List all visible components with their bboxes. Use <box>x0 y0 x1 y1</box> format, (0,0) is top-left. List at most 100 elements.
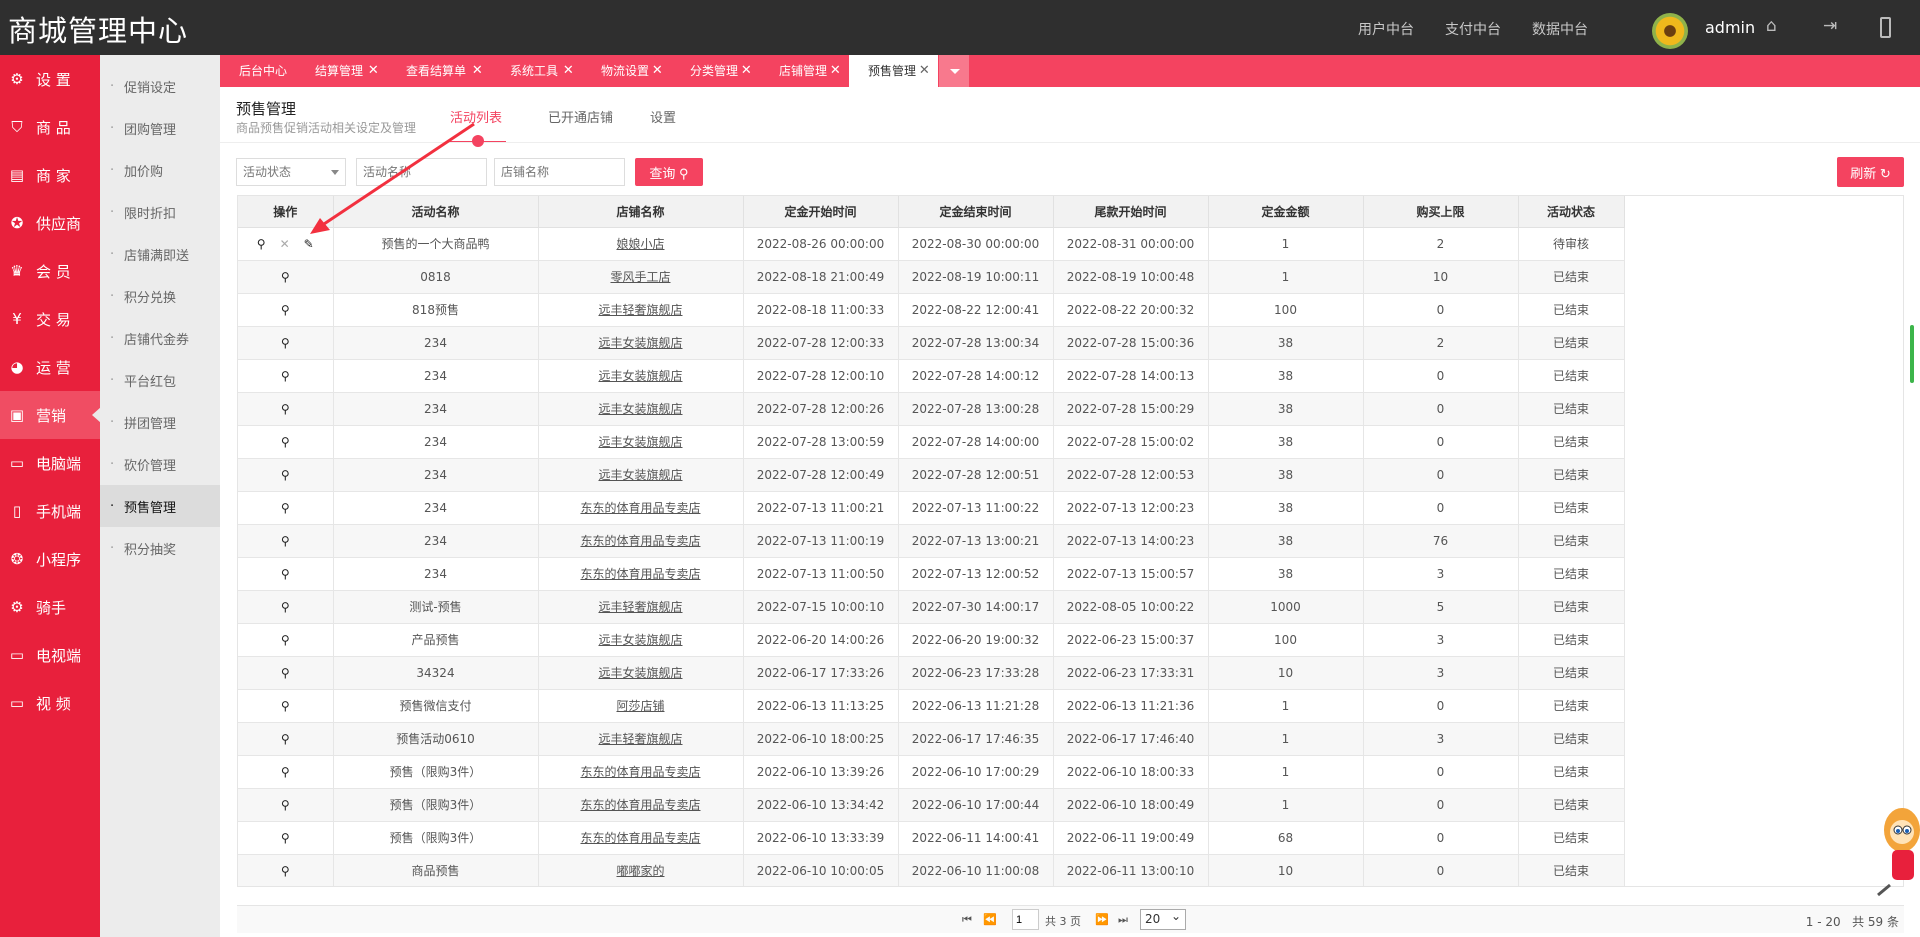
last-page-icon[interactable]: ⏭ <box>1118 913 1128 927</box>
tab-settlement[interactable]: 结算管理 ✕ <box>296 55 387 87</box>
top-nav-payment-center[interactable]: 支付中台 <box>1445 19 1501 39</box>
shop-link[interactable]: 娘娘小店 <box>616 237 664 251</box>
view-icon[interactable]: ⚲ <box>281 336 290 350</box>
shop-link[interactable]: 东东的体育用品专卖店 <box>580 798 700 812</box>
shop-link[interactable]: 远丰轻奢旗舰店 <box>598 600 682 614</box>
view-icon[interactable]: ⚲ <box>281 864 290 878</box>
sidebar-item-video[interactable]: ▭ 视 频 <box>0 679 100 727</box>
activity-name-input[interactable] <box>356 158 487 186</box>
sidebar-item-rider[interactable]: ⚙ 骑手 <box>0 583 100 631</box>
top-nav-data-center[interactable]: 数据中台 <box>1532 19 1588 39</box>
shop-link[interactable]: 东东的体育用品专卖店 <box>580 765 700 779</box>
view-icon[interactable]: ⚲ <box>281 501 290 515</box>
sidebar-item-trade[interactable]: ¥ 交 易 <box>0 295 100 343</box>
submenu-item[interactable]: 平台红包 <box>100 359 220 401</box>
tab-dashboard[interactable]: 后台中心 <box>220 55 296 87</box>
view-icon[interactable]: ⚲ <box>281 567 290 581</box>
close-icon[interactable]: ✕ <box>472 55 491 87</box>
shop-link[interactable]: 东东的体育用品专卖店 <box>580 567 700 581</box>
search-button[interactable]: 查询 ⚲ <box>635 158 703 186</box>
sidebar-item-marketing[interactable]: ▣ 营销 <box>0 391 101 439</box>
subtab-opened-shops[interactable]: 已开通店铺 <box>548 107 613 126</box>
sidebar-item-pc[interactable]: ▭ 电脑端 <box>0 439 100 487</box>
view-icon[interactable]: ⚲ <box>281 831 290 845</box>
sidebar-item-goods[interactable]: ⛉ 商 品 <box>0 103 100 151</box>
view-icon[interactable]: ⚲ <box>281 369 290 383</box>
shop-link[interactable]: 东东的体育用品专卖店 <box>580 501 700 515</box>
submenu-item[interactable]: 砍价管理 <box>100 443 220 485</box>
view-icon[interactable]: ⚲ <box>281 468 290 482</box>
page-size-select[interactable]: 20 <box>1140 907 1186 930</box>
tab-presale[interactable]: 预售管理 ✕ <box>849 55 938 87</box>
submenu-item-presale[interactable]: 预售管理 <box>100 485 220 527</box>
submenu-item[interactable]: 积分抽奖 <box>100 527 220 569</box>
shop-link[interactable]: 远丰女装旗舰店 <box>598 435 682 449</box>
view-icon[interactable]: ⚲ <box>281 732 290 746</box>
view-icon[interactable]: ⚲ <box>281 699 290 713</box>
shop-link[interactable]: 远丰女装旗舰店 <box>598 468 682 482</box>
submenu-item[interactable]: 促销设定 <box>100 65 220 107</box>
tab-category[interactable]: 分类管理 ✕ <box>671 55 760 87</box>
view-icon[interactable]: ⚲ <box>257 237 266 251</box>
close-icon[interactable]: ✕ <box>830 55 849 87</box>
view-icon[interactable]: ⚲ <box>281 270 290 284</box>
next-page-icon[interactable]: ⏩ <box>1095 913 1109 926</box>
shop-link[interactable]: 远丰轻奢旗舰店 <box>598 732 682 746</box>
page-number-input[interactable] <box>1012 909 1039 930</box>
shop-link[interactable]: 远丰女装旗舰店 <box>598 666 682 680</box>
edit-icon[interactable]: ✎ <box>304 237 314 251</box>
mobile-preview-icon[interactable] <box>1880 17 1891 38</box>
shop-link[interactable]: 东东的体育用品专卖店 <box>580 534 700 548</box>
submenu-item[interactable]: 限时折扣 <box>100 191 220 233</box>
view-icon[interactable]: ⚲ <box>281 435 290 449</box>
refresh-button[interactable]: 刷新 ↻ <box>1837 157 1904 187</box>
sidebar-item-operation[interactable]: ◕ 运 营 <box>0 343 100 391</box>
delete-icon[interactable]: ✕ <box>280 237 290 251</box>
avatar[interactable] <box>1652 13 1688 49</box>
sidebar-item-mobile[interactable]: ▯ 手机端 <box>0 487 100 535</box>
tab-more-button[interactable] <box>939 55 969 87</box>
subtab-settings[interactable]: 设置 <box>650 107 676 126</box>
tab-system-tools[interactable]: 系统工具 ✕ <box>491 55 582 87</box>
subtab-activity-list[interactable]: 活动列表 <box>450 107 502 126</box>
view-icon[interactable]: ⚲ <box>281 666 290 680</box>
view-icon[interactable]: ⚲ <box>281 600 290 614</box>
shop-link[interactable]: 阿莎店铺 <box>616 699 664 713</box>
top-nav-user-center[interactable]: 用户中台 <box>1358 19 1414 39</box>
close-icon[interactable]: ✕ <box>652 55 671 87</box>
shop-link[interactable]: 东东的体育用品专卖店 <box>580 831 700 845</box>
view-icon[interactable]: ⚲ <box>281 633 290 647</box>
tab-shop-management[interactable]: 店铺管理 ✕ <box>760 55 849 87</box>
sidebar-item-members[interactable]: ♛ 会 员 <box>0 247 100 295</box>
view-icon[interactable]: ⚲ <box>281 798 290 812</box>
close-icon[interactable]: ✕ <box>741 55 760 87</box>
submenu-item[interactable]: 拼团管理 <box>100 401 220 443</box>
view-icon[interactable]: ⚲ <box>281 765 290 779</box>
view-icon[interactable]: ⚲ <box>281 303 290 317</box>
sidebar-item-merchants[interactable]: ▤ 商 家 <box>0 151 100 199</box>
view-icon[interactable]: ⚲ <box>281 534 290 548</box>
submenu-item[interactable]: 积分兑换 <box>100 275 220 317</box>
shop-link[interactable]: 远丰女装旗舰店 <box>598 369 682 383</box>
tab-settlement-view[interactable]: 查看结算单 ✕ <box>387 55 491 87</box>
view-icon[interactable]: ⚲ <box>281 402 290 416</box>
close-icon[interactable]: ✕ <box>563 55 582 87</box>
shop-link[interactable]: 嘟嘟家的 <box>616 864 664 878</box>
status-select[interactable]: 活动状态 <box>236 158 346 186</box>
logout-icon[interactable]: ⇥ <box>1823 16 1837 36</box>
submenu-item[interactable]: 加价购 <box>100 149 220 191</box>
submenu-item[interactable]: 团购管理 <box>100 107 220 149</box>
shop-name-input[interactable] <box>494 158 625 186</box>
shop-link[interactable]: 远丰女装旗舰店 <box>598 633 682 647</box>
sidebar-item-settings[interactable]: ⚙ 设 置 <box>0 55 100 103</box>
shop-link[interactable]: 远丰轻奢旗舰店 <box>598 303 682 317</box>
tab-logistics[interactable]: 物流设置 ✕ <box>582 55 671 87</box>
sidebar-item-mini-program[interactable]: ❂ 小程序 <box>0 535 100 583</box>
home-icon[interactable]: ⌂ <box>1766 16 1777 36</box>
submenu-item[interactable]: 店铺代金券 <box>100 317 220 359</box>
first-page-icon[interactable]: ⏮ <box>962 913 972 927</box>
close-icon[interactable]: ✕ <box>919 55 938 87</box>
prev-page-icon[interactable]: ⏪ <box>983 913 997 926</box>
shop-link[interactable]: 远丰女装旗舰店 <box>598 336 682 350</box>
scrollbar-thumb[interactable] <box>1910 325 1914 383</box>
